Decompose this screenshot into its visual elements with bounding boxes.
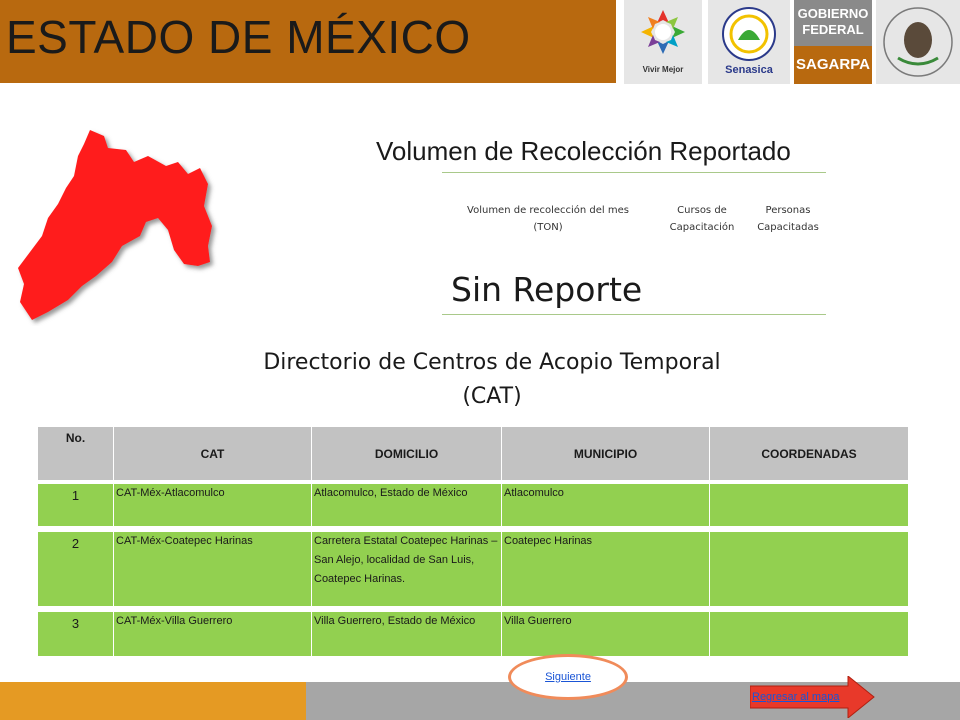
header-domicilio: DOMICILIO bbox=[312, 427, 502, 480]
directory-title: Directorio de Centros de Acopio Temporal… bbox=[200, 346, 784, 414]
federal-line: FEDERAL bbox=[802, 22, 864, 37]
report-title: Volumen de Recolección Reportado bbox=[376, 136, 791, 166]
vivir-mejor-label: Vivir Mejor bbox=[642, 65, 684, 74]
cell-no: 1 bbox=[38, 484, 114, 526]
regresar-al-mapa-link[interactable]: Regresar al mapa bbox=[752, 691, 839, 703]
column-volumen: Volumen de recolección del mes (TON) bbox=[467, 205, 629, 233]
logos-strip: Vivir Mejor Senasica GOBIERNO FEDERAL SA… bbox=[624, 0, 960, 84]
cell-domicilio: Carretera Estatal Coatepec Harinas – San… bbox=[312, 532, 502, 606]
cell-cat: CAT-Méx-Coatepec Harinas bbox=[114, 532, 312, 606]
column-cursos: Cursos de Capacitación bbox=[669, 205, 735, 233]
header-municipio: MUNICIPIO bbox=[502, 427, 710, 480]
page-title: ESTADO DE MÉXICO bbox=[6, 11, 471, 63]
cell-domicilio: Villa Guerrero, Estado de México bbox=[312, 612, 502, 656]
cell-municipio: Atlacomulco bbox=[502, 484, 710, 526]
cell-cat: CAT-Méx-Atlacomulco bbox=[114, 484, 312, 526]
eagle-seal-icon bbox=[883, 7, 953, 77]
sagarpa-label: SAGARPA bbox=[794, 46, 872, 84]
cat-directory-table: No. CAT DOMICILIO MUNICIPIO COORDENADAS … bbox=[38, 427, 908, 656]
table-row: 2 CAT-Méx-Coatepec Harinas Carretera Est… bbox=[38, 532, 908, 606]
senasica-label: Senasica bbox=[725, 64, 773, 76]
estado-de-mexico-map bbox=[18, 130, 212, 320]
footer-orange-bar bbox=[0, 682, 306, 720]
title-banner: ESTADO DE MÉXICO bbox=[0, 0, 616, 83]
cell-municipio: Coatepec Harinas bbox=[502, 532, 710, 606]
cell-coordenadas bbox=[710, 484, 908, 526]
report-status: Sin Reporte bbox=[451, 270, 643, 309]
cell-no: 3 bbox=[38, 612, 114, 656]
cell-municipio: Villa Guerrero bbox=[502, 612, 710, 656]
senasica-logo: Senasica bbox=[708, 0, 790, 84]
cell-cat: CAT-Méx-Villa Guerrero bbox=[114, 612, 312, 656]
mexico-coat-of-arms bbox=[876, 0, 960, 84]
table-header-row: No. CAT DOMICILIO MUNICIPIO COORDENADAS bbox=[38, 427, 908, 480]
cell-coordenadas bbox=[710, 532, 908, 606]
directory-title-line1: Directorio de Centros de Acopio Temporal bbox=[263, 350, 721, 375]
gobierno-sagarpa-logo: GOBIERNO FEDERAL SAGARPA bbox=[794, 0, 872, 84]
directory-title-line2: (CAT) bbox=[462, 384, 522, 409]
table-row: 3 CAT-Méx-Villa Guerrero Villa Guerrero,… bbox=[38, 612, 908, 656]
gobierno-line: GOBIERNO bbox=[797, 6, 869, 21]
divider-line bbox=[442, 314, 826, 315]
header-cat: CAT bbox=[114, 427, 312, 480]
divider-line bbox=[442, 172, 826, 173]
cell-coordenadas bbox=[710, 612, 908, 656]
gobierno-federal-label: GOBIERNO FEDERAL bbox=[794, 6, 872, 42]
siguiente-link[interactable]: Siguiente bbox=[545, 671, 591, 683]
cell-no: 2 bbox=[38, 532, 114, 606]
vivir-mejor-logo: Vivir Mejor bbox=[624, 0, 702, 84]
header-no: No. bbox=[38, 427, 114, 480]
table-row: 1 CAT-Méx-Atlacomulco Atlacomulco, Estad… bbox=[38, 484, 908, 526]
header-coordenadas: COORDENADAS bbox=[761, 446, 857, 461]
column-personas: Personas Capacitadas bbox=[757, 205, 819, 233]
siguiente-button[interactable]: Siguiente bbox=[508, 654, 628, 700]
cell-domicilio: Atlacomulco, Estado de México bbox=[312, 484, 502, 526]
